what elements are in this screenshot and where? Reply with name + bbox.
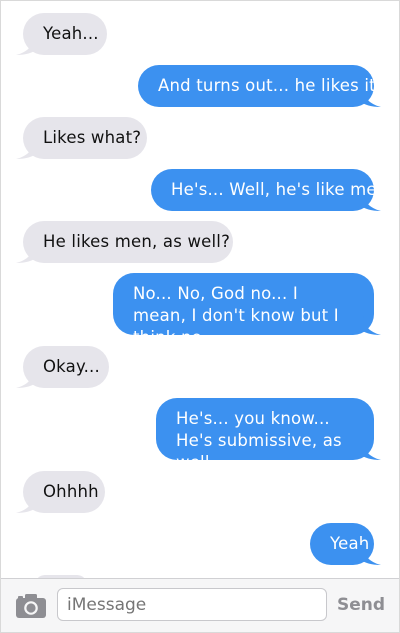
message-text: Okay...: [43, 357, 100, 376]
bubble-tail: [359, 545, 381, 565]
message-bubble-outgoing[interactable]: Yeah: [310, 523, 381, 565]
bubble-tail: [359, 440, 381, 460]
message-text: He's... Well, he's like me: [171, 180, 377, 199]
message-text: He likes men, as well?: [43, 232, 231, 251]
bubble-tail: [359, 315, 381, 335]
bubble-tail: [359, 87, 381, 107]
message-bubble-incoming[interactable]: Likes what?: [16, 117, 147, 159]
bubble-tail: [16, 493, 38, 513]
bubble-tail: [16, 139, 38, 159]
bubble-tail: [16, 368, 38, 388]
message-bubble-incoming[interactable]: Yeah...: [16, 13, 107, 55]
message-bubble-outgoing[interactable]: He's... you know... He's submissive, as …: [156, 398, 381, 472]
message-bubble-incoming[interactable]: Okay...: [16, 346, 109, 388]
message-text: Yeah...: [43, 24, 99, 43]
send-button[interactable]: Send: [337, 595, 385, 615]
message-text: Ohhhh: [43, 482, 99, 501]
message-bubble-outgoing[interactable]: And turns out... he likes it: [138, 65, 381, 107]
bubble-tail: [359, 191, 381, 211]
bubble-tail: [16, 35, 38, 55]
message-text: He's... you know... He's submissive, as …: [176, 409, 342, 472]
message-input-bar: Send: [1, 578, 399, 632]
message-input[interactable]: [57, 588, 327, 621]
message-text: No... No, God no... I mean, I don't know…: [133, 284, 339, 347]
message-text: And turns out... he likes it: [158, 76, 376, 95]
message-bubble-incoming[interactable]: Ohhhh: [16, 471, 105, 513]
message-bubble-outgoing[interactable]: No... No, God no... I mean, I don't know…: [113, 273, 381, 347]
bubble-tail: [16, 243, 38, 263]
message-text: Likes what?: [43, 128, 142, 147]
message-bubble-incoming[interactable]: He likes men, as well?: [16, 221, 233, 263]
message-thread[interactable]: Yeah... And turns out... he likes it Lik…: [1, 1, 399, 578]
message-bubble-outgoing[interactable]: He's... Well, he's like me: [151, 169, 381, 211]
camera-icon[interactable]: [15, 593, 47, 619]
